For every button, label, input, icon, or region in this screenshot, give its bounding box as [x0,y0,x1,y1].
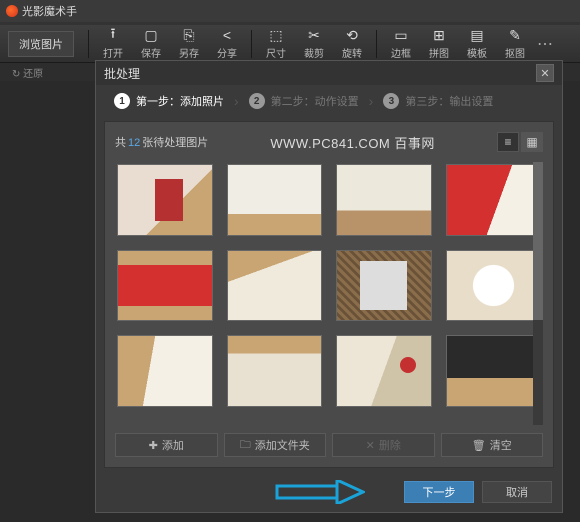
trash-icon: 🗑 [472,439,486,452]
content-header: 共12张待处理图片 WWW.PC841.COM 百事网 ≡ ▦ [115,132,543,152]
crop-icon: ✂ [305,27,323,43]
grid-view-button[interactable]: ▦ [521,132,543,152]
collage-icon: ⊞ [430,27,448,43]
action-row: ✚添加 🗀添加文件夹 ✕删除 🗑清空 [115,425,543,457]
thumbnail[interactable] [117,164,213,236]
grid-icon: ▦ [526,135,537,149]
step-1[interactable]: 1第一步：添加照片 [104,93,234,109]
undo-button[interactable]: ↻ 还原 [12,65,43,80]
template-icon: ▤ [468,27,486,43]
tool-size[interactable]: ⬚尺寸 [258,27,294,60]
thumbnail[interactable] [446,250,542,322]
tool-collage[interactable]: ⊞拼图 [421,27,457,60]
browse-images-button[interactable]: 浏览图片 [8,31,74,57]
thumbnail[interactable] [336,335,432,407]
scrollbar[interactable] [533,162,543,425]
folder-icon: 🗀 [240,436,251,455]
dialog-header[interactable]: 批处理 ✕ [96,61,562,85]
tool-share[interactable]: <分享 [209,27,245,60]
delete-button[interactable]: ✕删除 [332,433,435,457]
dialog-footer: 下一步 取消 [96,472,562,512]
app-title: 光影魔术手 [22,3,77,19]
plus-icon: ✚ [149,439,158,452]
titlebar: 光影魔术手 [0,0,580,22]
size-icon: ⬚ [267,27,285,43]
step-3[interactable]: 3第三步：输出设置 [373,93,503,109]
thumbnail[interactable] [336,164,432,236]
thumbnail[interactable] [227,335,323,407]
thumbnail-area [115,162,543,425]
thumbnail[interactable] [446,164,542,236]
add-folder-button[interactable]: 🗀添加文件夹 [224,433,327,457]
thumbnail[interactable] [336,250,432,322]
thumbnail[interactable] [227,164,323,236]
border-icon: ▭ [392,27,410,43]
divider [376,30,377,58]
tool-cutout[interactable]: ✎抠图 [497,27,533,60]
rotate-icon: ⟲ [343,27,361,43]
divider [88,30,89,58]
tool-rotate[interactable]: ⟲旋转 [334,27,370,60]
step-2[interactable]: 2第二步：动作设置 [239,93,369,109]
cancel-button[interactable]: 取消 [482,481,552,503]
image-count: 共12张待处理图片 [115,134,208,150]
dialog-title: 批处理 [104,65,536,82]
save-icon: ▢ [142,27,160,43]
list-icon: ≡ [504,135,511,149]
content-panel: 共12张待处理图片 WWW.PC841.COM 百事网 ≡ ▦ [104,121,554,468]
tool-crop[interactable]: ✂裁剪 [296,27,332,60]
wizard-steps: 1第一步：添加照片 › 2第二步：动作设置 › 3第三步：输出设置 [96,85,562,117]
thumbnail[interactable] [117,250,213,322]
open-icon: ⭱ [104,27,122,43]
thumbnail-grid [115,162,543,409]
x-icon: ✕ [366,439,375,452]
tool-save[interactable]: ▢保存 [133,27,169,60]
save-as-icon: ⎘ [180,27,198,43]
app-icon [6,5,18,17]
divider [251,30,252,58]
batch-dialog: 批处理 ✕ 1第一步：添加照片 › 2第二步：动作设置 › 3第三步：输出设置 … [95,60,563,513]
share-icon: < [218,27,236,43]
tool-border[interactable]: ▭边框 [383,27,419,60]
thumbnail[interactable] [117,335,213,407]
watermark-text: WWW.PC841.COM 百事网 [208,133,497,152]
add-button[interactable]: ✚添加 [115,433,218,457]
thumbnail[interactable] [227,250,323,322]
tool-save-as[interactable]: ⎘另存 [171,27,207,60]
next-button[interactable]: 下一步 [404,481,474,503]
cutout-icon: ✎ [506,27,524,43]
view-toggle: ≡ ▦ [497,132,543,152]
scrollbar-thumb[interactable] [533,162,543,320]
main-toolbar: 浏览图片 ⭱打开 ▢保存 ⎘另存 <分享 ⬚尺寸 ✂裁剪 ⟲旋转 ▭边框 ⊞拼图… [0,25,580,63]
tool-open[interactable]: ⭱打开 [95,27,131,60]
clear-button[interactable]: 🗑清空 [441,433,544,457]
list-view-button[interactable]: ≡ [497,132,519,152]
tool-template[interactable]: ▤模板 [459,27,495,60]
close-button[interactable]: ✕ [536,64,554,82]
toolbar-more[interactable]: ⋯ [535,34,555,54]
thumbnail[interactable] [446,335,542,407]
close-icon: ✕ [540,67,549,80]
